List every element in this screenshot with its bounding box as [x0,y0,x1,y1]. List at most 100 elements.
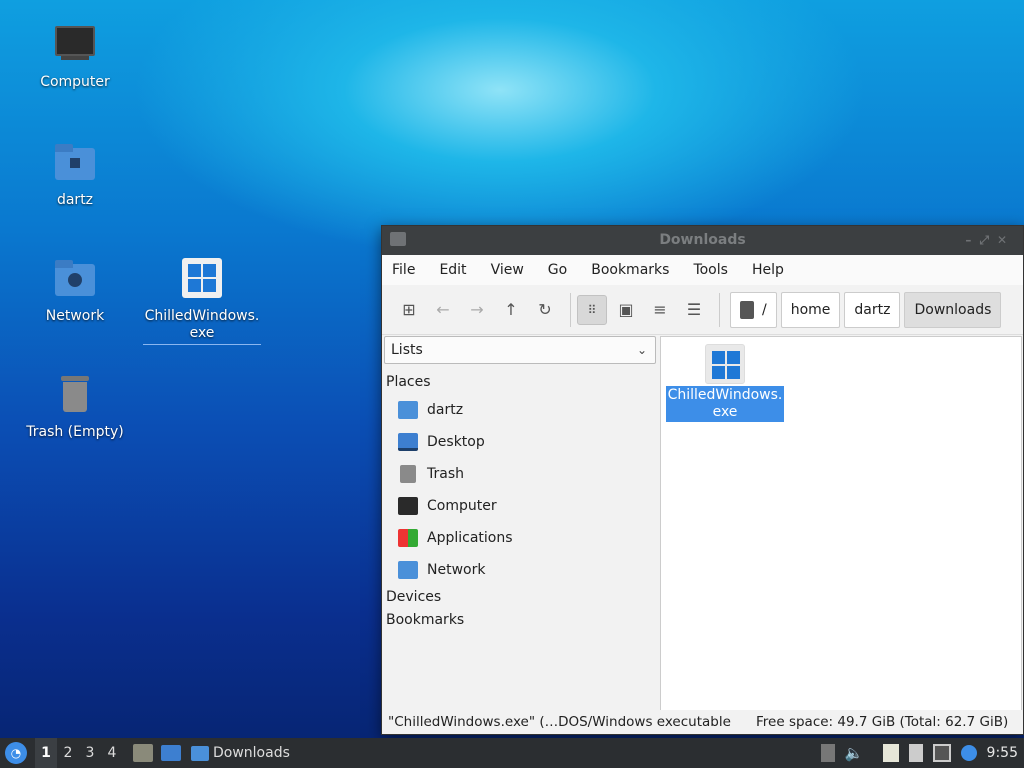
desktop-icon-trash[interactable]: Trash (Empty) [10,372,140,440]
sidebar-item-dartz[interactable]: dartz [398,396,463,424]
menu-tools[interactable]: Tools [693,262,728,278]
new-window-icon: ⊞ [402,300,416,319]
forward-arrow-icon: → [470,300,484,319]
windows-executable-icon [705,344,745,384]
back-arrow-icon: ← [436,300,450,319]
side-pane-mode-select[interactable]: Lists ⌄ [384,336,656,364]
detailed-list-icon: ☰ [686,300,702,319]
show-desktop-button[interactable] [161,745,181,761]
up-button[interactable]: ↑ [496,295,526,325]
minimize-icon[interactable]: – [965,233,979,247]
compact-view-button[interactable]: ≡ [645,295,675,325]
new-window-button[interactable]: ⊞ [394,295,424,325]
path-bar: / home dartz Downloads [730,291,1005,328]
status-bar: "ChilledWindows.exe" (…DOS/Windows execu… [382,710,1023,734]
path-crumb-root[interactable]: / [730,291,777,328]
workspace-2[interactable]: 2 [57,738,79,768]
side-pane: Lists ⌄ Places dartz Desktop Trash Compu… [382,336,659,711]
sidebar-item-desktop[interactable]: Desktop [398,428,485,456]
clipboard-icon[interactable] [882,744,899,762]
desktop-icon-label: Network [45,308,105,324]
system-tray: 🔈 9:55 [820,738,1024,768]
status-selection-info: "ChilledWindows.exe" (…DOS/Windows execu… [388,714,731,730]
eject-icon[interactable] [820,744,835,762]
task-downloads[interactable]: Downloads [191,745,290,761]
start-menu-button[interactable]: ◔ [5,742,27,764]
volume-icon[interactable]: 🔈 [845,744,864,762]
maximize-icon[interactable]: ⤢ [979,233,997,247]
close-icon[interactable]: ✕ [997,233,1015,247]
menu-go[interactable]: Go [548,262,567,278]
detailed-view-button[interactable]: ☰ [679,295,709,325]
desktop-icon-home-folder[interactable]: dartz [10,140,140,208]
desktop-icon-label: ChilledWindows. exe [143,308,261,345]
update-notification-icon[interactable] [960,745,977,761]
menu-view[interactable]: View [491,262,524,278]
grid-view-icon: ⠿ [587,302,597,317]
desktop-icon-label: Computer [40,74,110,90]
workspace-3[interactable]: 3 [79,738,101,768]
menubar: File Edit View Go Bookmarks Tools Help [382,255,1023,285]
icon-view-button[interactable]: ⠿ [577,294,607,325]
file-manager-launcher[interactable] [133,744,153,762]
taskbar: ◔ 1 2 3 4 Downloads 🔈 9:55 [0,738,1024,768]
chevron-down-icon: ⌄ [636,343,647,357]
forward-button[interactable]: → [462,295,492,325]
path-crumb-downloads[interactable]: Downloads [904,291,1002,328]
window-titlebar[interactable]: Downloads –⤢✕ [382,226,1023,255]
path-crumb-dartz[interactable]: dartz [844,291,901,328]
desktop-icon-label: Trash (Empty) [26,424,124,440]
file-manager-window[interactable]: Downloads –⤢✕ File Edit View Go Bookmark… [381,225,1024,735]
section-bookmarks[interactable]: Bookmarks [386,612,464,628]
thumbnail-view-button[interactable]: ▣ [611,295,641,325]
windows-executable-icon [178,256,226,304]
toolbar: ⊞ ← → ↑ ↻ ⠿ ▣ ≡ ☰ / home dartz Downloads [382,285,1023,335]
status-free-space: Free space: 49.7 GiB (Total: 62.7 GiB) [756,714,1009,730]
desktop-icon [398,433,418,451]
menu-file[interactable]: File [392,262,415,278]
applications-icon [398,529,418,547]
compact-list-icon: ≡ [653,300,667,319]
file-list-pane[interactable]: ChilledWindows. exe [660,336,1022,711]
section-places[interactable]: Places [386,374,431,390]
folder-icon [390,232,406,246]
image-icon: ▣ [618,300,634,319]
sidebar-item-trash[interactable]: Trash [398,460,464,488]
reload-button[interactable]: ↻ [530,295,560,325]
menu-edit[interactable]: Edit [439,262,466,278]
back-button[interactable]: ← [428,295,458,325]
lubuntu-logo-icon: ◔ [10,746,22,760]
toolbar-separator [719,292,720,327]
section-devices[interactable]: Devices [386,589,441,605]
workspace-4[interactable]: 4 [101,738,123,768]
computer-icon [398,497,418,515]
notes-icon[interactable] [908,744,923,762]
computer-icon [51,22,99,70]
network-connection-icon[interactable] [932,744,951,762]
file-item[interactable]: ChilledWindows. exe [666,342,784,422]
network-folder-icon [51,256,99,304]
desktop-icon-computer[interactable]: Computer [10,22,140,90]
menu-bookmarks[interactable]: Bookmarks [591,262,669,278]
home-folder-icon [398,401,418,419]
trash-icon [51,372,99,420]
desktop-icon-network[interactable]: Network [10,256,140,324]
clock[interactable]: 9:55 [987,745,1018,761]
workspace-1[interactable]: 1 [35,738,57,768]
folder-icon [191,745,209,761]
trash-icon [400,465,416,483]
desktop-icon-chilledwindows[interactable]: ChilledWindows. exe [137,256,267,345]
menu-help[interactable]: Help [752,262,784,278]
desktop-icon-label: dartz [56,192,94,208]
toolbar-separator [570,292,571,327]
file-name: ChilledWindows. exe [666,386,784,422]
sidebar-item-computer[interactable]: Computer [398,492,497,520]
sidebar-item-network[interactable]: Network [398,556,485,584]
home-folder-icon [51,140,99,188]
network-folder-icon [398,561,418,579]
reload-icon: ↻ [538,300,552,319]
sidebar-item-applications[interactable]: Applications [398,524,513,552]
path-crumb-home[interactable]: home [780,291,841,328]
window-title: Downloads [659,232,746,248]
up-arrow-icon: ↑ [504,300,518,319]
